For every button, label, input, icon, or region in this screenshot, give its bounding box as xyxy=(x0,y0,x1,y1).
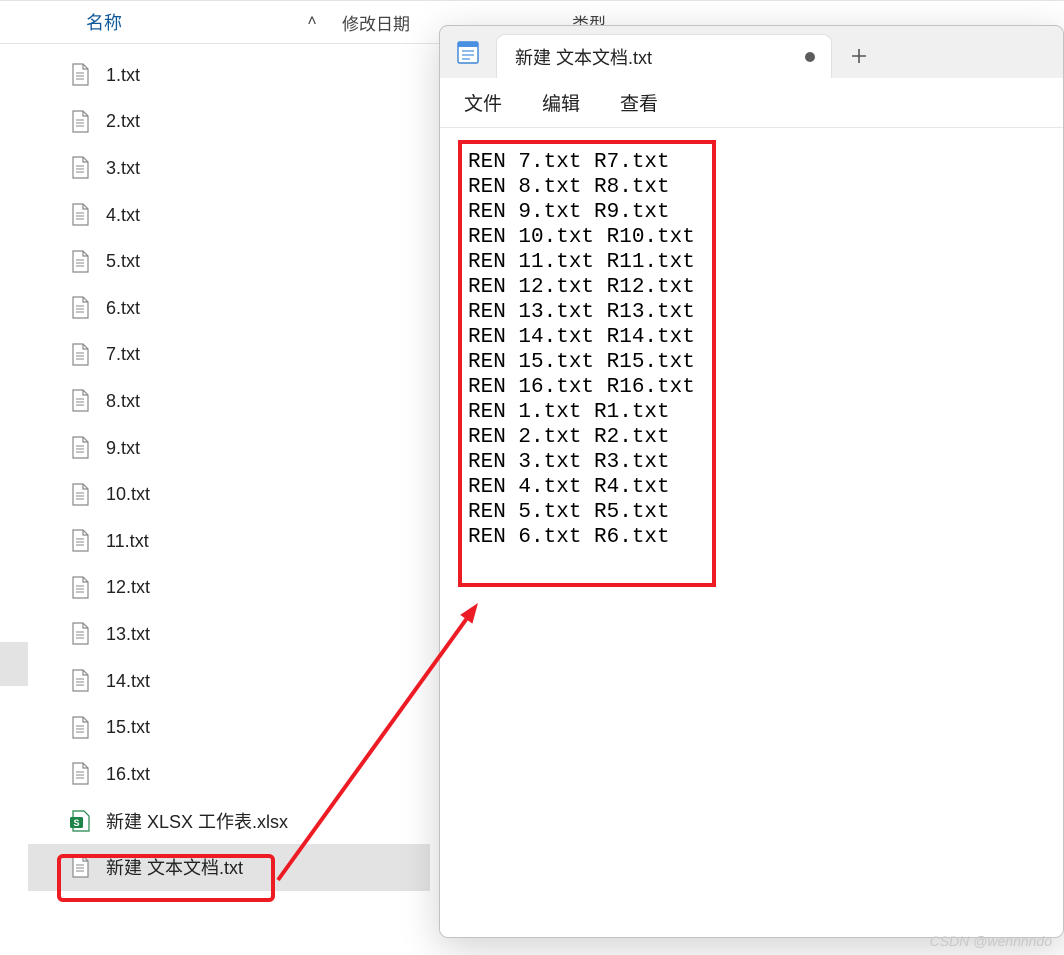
menu-edit[interactable]: 编辑 xyxy=(542,89,580,116)
file-row[interactable]: 6.txt xyxy=(28,285,430,332)
file-name-label: 3.txt xyxy=(106,158,140,179)
txt-file-icon xyxy=(68,435,92,461)
new-tab-button[interactable] xyxy=(832,34,886,78)
file-row[interactable]: 11.txt xyxy=(28,518,430,565)
txt-file-icon xyxy=(68,342,92,368)
file-row[interactable]: S 新建 XLSX 工作表.xlsx xyxy=(28,798,430,845)
file-row[interactable]: 新建 文本文档.txt xyxy=(28,844,430,891)
notepad-text-content[interactable]: REN 7.txt R7.txt REN 8.txt R8.txt REN 9.… xyxy=(450,136,1053,564)
file-name-label: 5.txt xyxy=(106,251,140,272)
notepad-tab[interactable]: 新建 文本文档.txt xyxy=(496,34,832,78)
file-row[interactable]: 4.txt xyxy=(28,192,430,239)
file-name-label: 7.txt xyxy=(106,344,140,365)
file-name-label: 9.txt xyxy=(106,438,140,459)
file-name-label: 11.txt xyxy=(106,531,149,552)
menu-view[interactable]: 查看 xyxy=(620,89,658,116)
file-name-label: 新建 文本文档.txt xyxy=(106,854,243,880)
file-row[interactable]: 7.txt xyxy=(28,332,430,379)
txt-file-icon xyxy=(68,621,92,647)
notepad-window: 新建 文本文档.txt 文件 编辑 查看 REN 7.txt R7.txt RE… xyxy=(439,25,1064,938)
file-name-label: 13.txt xyxy=(106,624,150,645)
notepad-editor-area[interactable]: REN 7.txt R7.txt REN 8.txt R8.txt REN 9.… xyxy=(440,128,1063,937)
txt-file-icon xyxy=(68,715,92,741)
txt-file-icon xyxy=(68,249,92,275)
notepad-app-icon xyxy=(440,26,496,78)
file-row[interactable]: 10.txt xyxy=(28,471,430,518)
file-row[interactable]: 15.txt xyxy=(28,704,430,751)
watermark-text: CSDN @wennnndo xyxy=(930,933,1052,949)
notepad-menubar: 文件 编辑 查看 xyxy=(440,78,1063,128)
file-name-label: 16.txt xyxy=(106,764,150,785)
file-row[interactable]: 8.txt xyxy=(28,378,430,425)
file-name-label: 8.txt xyxy=(106,391,140,412)
file-row[interactable]: 5.txt xyxy=(28,238,430,285)
file-name-label: 1.txt xyxy=(106,65,140,86)
file-name-label: 14.txt xyxy=(106,671,150,692)
file-row[interactable]: 13.txt xyxy=(28,611,430,658)
txt-file-icon xyxy=(68,575,92,601)
file-list: 1.txt 2.txt 3.txt 4.txt 5.txt 6.txt 7.txt 8.txt… xyxy=(28,52,430,891)
sort-indicator-icon: ˄ xyxy=(300,13,324,31)
file-row[interactable]: 14.txt xyxy=(28,658,430,705)
file-row[interactable]: 2.txt xyxy=(28,99,430,146)
file-row[interactable]: 3.txt xyxy=(28,145,430,192)
menu-file[interactable]: 文件 xyxy=(464,89,502,116)
file-name-label: 15.txt xyxy=(106,717,150,738)
notepad-tabstrip: 新建 文本文档.txt xyxy=(440,26,1063,78)
plus-icon xyxy=(850,47,868,65)
explorer-left-gutter xyxy=(0,44,28,955)
file-name-label: 2.txt xyxy=(106,111,140,132)
txt-file-icon xyxy=(68,388,92,414)
file-name-label: 12.txt xyxy=(106,577,150,598)
txt-file-icon xyxy=(68,62,92,88)
file-name-label: 4.txt xyxy=(106,205,140,226)
file-name-label: 新建 XLSX 工作表.xlsx xyxy=(106,808,288,834)
txt-file-icon xyxy=(68,854,92,880)
notepad-tab-title: 新建 文本文档.txt xyxy=(515,44,791,70)
txt-file-icon xyxy=(68,295,92,321)
txt-file-icon xyxy=(68,155,92,181)
txt-file-icon xyxy=(68,528,92,554)
file-row[interactable]: 16.txt xyxy=(28,751,430,798)
txt-file-icon xyxy=(68,202,92,228)
xlsx-file-icon: S xyxy=(68,808,92,834)
txt-file-icon xyxy=(68,761,92,787)
txt-file-icon xyxy=(68,482,92,508)
txt-file-icon xyxy=(68,109,92,135)
file-name-label: 6.txt xyxy=(106,298,140,319)
file-row[interactable]: 12.txt xyxy=(28,565,430,612)
file-row[interactable]: 1.txt xyxy=(28,52,430,99)
txt-file-icon xyxy=(68,668,92,694)
modified-indicator-icon xyxy=(805,52,815,62)
file-row[interactable]: 9.txt xyxy=(28,425,430,472)
svg-text:S: S xyxy=(73,818,79,828)
file-name-label: 10.txt xyxy=(106,484,150,505)
column-header-name[interactable]: 名称 xyxy=(0,9,300,35)
